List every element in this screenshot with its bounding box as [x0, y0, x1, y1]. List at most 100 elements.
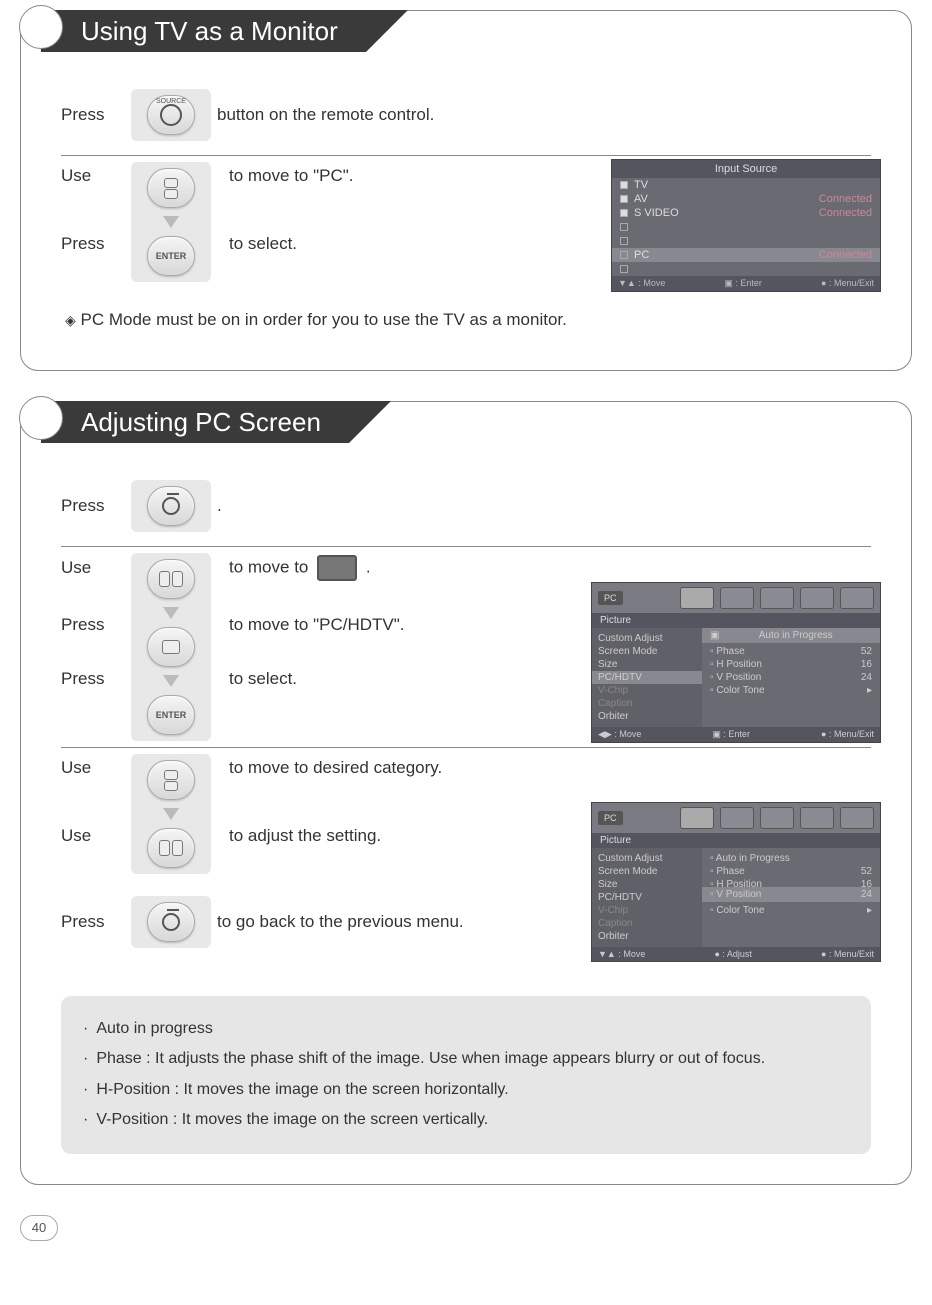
osd-right-row: ▫ Color Tone▸	[708, 684, 874, 697]
section-title: Using TV as a Monitor	[41, 10, 366, 52]
arrow-down-icon	[163, 216, 179, 228]
osd-foot-exit: ● : Menu/Exit	[821, 278, 874, 289]
osd-left-label: Picture	[592, 613, 880, 628]
arrow-down-icon	[163, 808, 179, 820]
osd-left-item: Custom Adjust	[598, 632, 696, 645]
osd-right-row: ▫ V Position24	[708, 671, 874, 684]
updown-button-icon	[147, 168, 195, 208]
step-label: Press	[61, 105, 131, 125]
info-line: ·H-Position : It moves the image on the …	[83, 1075, 849, 1105]
arrow-down-icon	[163, 675, 179, 687]
osd-picture-menu-b: PC Picture Custom AdjustScreen ModeSizeP…	[591, 802, 881, 962]
updown-button-icon	[147, 760, 195, 800]
osd-title: Input Source	[612, 160, 880, 178]
osd-left-item: Caption	[598, 917, 696, 930]
osd-input-source: Input Source TVAVConnectedS VIDEOConnect…	[611, 159, 881, 292]
osd-footer: ▼▲ : Move ▣ : Enter ● : Menu/Exit	[612, 276, 880, 291]
step-text: to move to .	[223, 555, 871, 581]
osd-left-item: Orbiter	[598, 930, 696, 943]
osd-left-item: Screen Mode	[598, 865, 696, 878]
info-box: ·Auto in progress·Phase : It adjusts the…	[61, 996, 871, 1154]
osd-left-item: Caption	[598, 697, 696, 710]
diamond-icon: ◈	[65, 312, 76, 328]
info-line: ·V-Position : It moves the image on the …	[83, 1105, 849, 1135]
osd-foot-enter: ▣ : Enter	[724, 278, 762, 289]
osd-row	[612, 234, 880, 248]
section-adjusting-pc: Adjusting PC Screen Press . ENTER Use	[20, 401, 912, 1185]
osd-left-item: V-Chip	[598, 684, 696, 697]
osd-thumb-icon	[680, 807, 714, 829]
enter-button-icon: ENTER	[147, 236, 195, 276]
remote-button-strip	[131, 480, 211, 532]
section-header: Adjusting PC Screen	[19, 400, 349, 444]
divider	[61, 155, 871, 156]
leftright-button-icon	[147, 828, 195, 868]
osd-row	[612, 220, 880, 234]
note: ◈ PC Mode must be on in order for you to…	[61, 310, 871, 330]
osd-left-item: Size	[598, 658, 696, 671]
osd-left-item: Screen Mode	[598, 645, 696, 658]
step-label: Press	[61, 615, 104, 635]
step-text: to move to desired category.	[223, 758, 871, 778]
step-label: Use	[61, 558, 91, 578]
osd-footer: ◀▶ : Move ▣ : Enter ● : Menu/Exit	[592, 727, 880, 742]
osd-right-header: ▣Auto in Progress	[702, 628, 880, 643]
divider	[61, 747, 871, 748]
osd-right-row: ▫ V Position24	[702, 887, 880, 902]
header-circle	[19, 396, 63, 440]
osd-right-row: ▫ Color Tone▸	[708, 904, 874, 917]
tv-thumb-icon	[317, 555, 357, 581]
osd-left-item: V-Chip	[598, 904, 696, 917]
osd-foot-move: ▼▲ : Move	[618, 278, 665, 289]
menu-button-icon	[147, 902, 195, 942]
remote-button-strip	[131, 896, 211, 948]
info-line: ·Phase : It adjusts the phase shift of t…	[83, 1044, 849, 1074]
page-number: 40	[20, 1215, 58, 1241]
osd-row: S VIDEOConnected	[612, 206, 880, 220]
down-button-icon	[147, 627, 195, 667]
osd-thumb-icon	[840, 587, 874, 609]
remote-button-strip: ENTER	[131, 553, 211, 741]
osd-thumb-icon	[720, 587, 754, 609]
osd-left-label: Picture	[592, 833, 880, 848]
step-label: Press	[61, 669, 104, 689]
osd-right-row: ▫ Phase52	[708, 865, 874, 878]
step-text: button on the remote control.	[211, 105, 871, 125]
osd-thumb-icon	[800, 587, 834, 609]
osd-thumb-icon	[840, 807, 874, 829]
enter-button-icon: ENTER	[147, 695, 195, 735]
menu-button-icon	[147, 486, 195, 526]
step-label: Use	[61, 758, 91, 778]
osd-left-item: Orbiter	[598, 710, 696, 723]
section-header: Using TV as a Monitor	[19, 9, 366, 53]
step-label: Use	[61, 826, 91, 846]
step-text: .	[211, 496, 871, 516]
osd-left-item: PC/HDTV	[592, 671, 702, 684]
step-label: Press	[61, 912, 131, 932]
osd-row: AVConnected	[612, 192, 880, 206]
step-label: Use	[61, 166, 91, 186]
osd-footer: ▼▲ : Move ● : Adjust ● : Menu/Exit	[592, 947, 880, 961]
info-line: ·Auto in progress	[83, 1014, 849, 1044]
step-label: Press	[61, 496, 131, 516]
note-text: PC Mode must be on in order for you to u…	[81, 310, 567, 329]
osd-left-item: Custom Adjust	[598, 852, 696, 865]
divider	[61, 546, 871, 547]
section-title: Adjusting PC Screen	[41, 401, 349, 443]
osd-right-row: ▫ Auto in Progress	[708, 852, 874, 865]
arrow-down-icon	[163, 607, 179, 619]
osd-right-row: ▫ H Position16	[708, 658, 874, 671]
osd-tab: PC	[598, 811, 623, 825]
osd-row: TV	[612, 178, 880, 192]
header-circle	[19, 5, 63, 49]
osd-thumb-icon	[720, 807, 754, 829]
section-using-tv: Using TV as a Monitor Press SOURCE butto…	[20, 10, 912, 371]
source-button-icon: SOURCE	[147, 95, 195, 135]
osd-row	[612, 262, 880, 276]
osd-thumb-icon	[760, 587, 794, 609]
osd-thumb-icon	[800, 807, 834, 829]
osd-thumb-icon	[760, 807, 794, 829]
osd-picture-menu-a: PC Picture Custom AdjustScreen ModeSizeP…	[591, 582, 881, 743]
step-row: Press .	[61, 472, 871, 540]
osd-tab: PC	[598, 591, 623, 605]
